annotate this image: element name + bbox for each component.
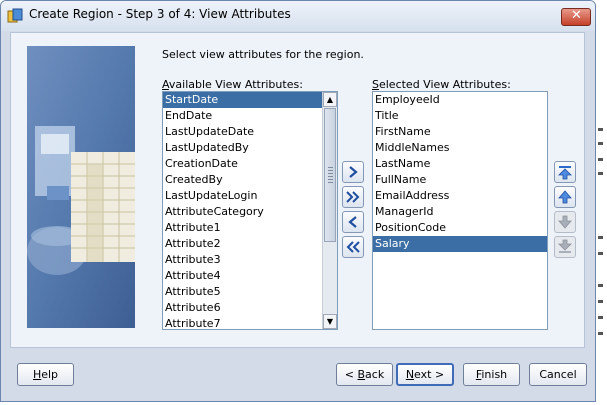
available-list-item[interactable]: LastUpdateLogin	[163, 188, 337, 204]
background-window-edge	[596, 0, 607, 405]
selected-list-item[interactable]: FirstName	[373, 124, 547, 140]
move-all-button[interactable]	[342, 186, 364, 208]
window-title: Create Region - Step 3 of 4: View Attrib…	[29, 7, 291, 21]
move-down-button[interactable]	[554, 211, 576, 233]
selected-attributes-list[interactable]: EmployeeId Title FirstName MiddleNames LastN…	[372, 91, 548, 330]
selected-list-item[interactable]: EmailAddress	[373, 188, 547, 204]
move-up-icon	[558, 190, 572, 204]
button-label: elp	[41, 368, 59, 381]
move-all-left-icon	[346, 241, 360, 253]
cancel-button[interactable]: Cancel	[529, 363, 587, 386]
instruction-text: Select view attributes for the region.	[162, 48, 364, 61]
selected-list-item[interactable]: MiddleNames	[373, 140, 547, 156]
button-label: <	[344, 368, 358, 381]
close-button[interactable]: ✕	[561, 8, 591, 26]
close-icon: ✕	[571, 8, 582, 23]
move-left-icon	[348, 216, 357, 228]
available-list-item[interactable]: AttributeCategory	[163, 204, 337, 220]
mnemonic: S	[372, 78, 379, 91]
move-top-icon	[558, 166, 572, 180]
available-list-item[interactable]: CreatedBy	[163, 172, 337, 188]
move-button[interactable]	[342, 161, 364, 183]
move-to-top-button[interactable]	[554, 161, 576, 183]
selected-list-item[interactable]: FullName	[373, 172, 547, 188]
selected-list-item[interactable]: ManagerId	[373, 204, 547, 220]
available-attributes-list[interactable]: StartDate EndDate LastUpdateDate LastUpdate…	[162, 91, 338, 330]
label-text: vailable View Attributes:	[168, 78, 303, 91]
available-list-item[interactable]: EndDate	[163, 108, 337, 124]
available-list-scrollbar[interactable]: ▲ ▼	[322, 92, 337, 329]
available-attributes-label: Available View Attributes:	[162, 78, 303, 91]
finish-button[interactable]: Finish	[463, 363, 520, 386]
selected-list-item[interactable]: Title	[373, 108, 547, 124]
mnemonic: N	[405, 368, 415, 381]
move-down-icon	[558, 215, 572, 229]
available-list-item[interactable]: Attribute1	[163, 220, 337, 236]
scroll-thumb[interactable]	[324, 108, 336, 242]
wizard-illustration	[27, 46, 135, 328]
selected-list-item[interactable]: Salary	[373, 236, 547, 252]
remove-all-button[interactable]	[342, 236, 364, 258]
mnemonic: H	[32, 368, 42, 381]
scroll-up-arrow[interactable]: ▲	[323, 92, 337, 107]
move-up-button[interactable]	[554, 186, 576, 208]
available-list-item[interactable]: LastUpdateDate	[163, 124, 337, 140]
title-bar[interactable]: Create Region - Step 3 of 4: View Attrib…	[1, 1, 595, 31]
move-bottom-icon	[558, 239, 572, 253]
button-label: ack	[365, 368, 385, 381]
available-list-item[interactable]: Attribute6	[163, 300, 337, 316]
selected-list-item[interactable]: EmployeeId	[373, 92, 547, 108]
available-list-item[interactable]: Attribute3	[163, 252, 337, 268]
app-icon	[7, 8, 23, 23]
scroll-down-arrow[interactable]: ▼	[323, 314, 337, 329]
available-list-item[interactable]: Attribute4	[163, 268, 337, 284]
move-right-icon	[349, 166, 358, 178]
available-list-item[interactable]: Attribute7	[163, 316, 337, 329]
button-label: inish	[481, 368, 508, 381]
move-to-bottom-button[interactable]	[554, 236, 576, 258]
button-label: ext >	[414, 368, 445, 381]
next-button[interactable]: Next >	[396, 363, 454, 386]
back-button[interactable]: < Back	[336, 363, 393, 386]
available-list-item[interactable]: Attribute2	[163, 236, 337, 252]
selected-list-item[interactable]: LastName	[373, 156, 547, 172]
selected-list-item[interactable]: PositionCode	[373, 220, 547, 236]
label-text: elected View Attributes:	[378, 78, 511, 91]
move-all-right-icon	[346, 191, 360, 203]
available-list-item[interactable]: CreationDate	[163, 156, 337, 172]
available-list-item[interactable]: Attribute5	[163, 284, 337, 300]
available-list-item[interactable]: LastUpdatedBy	[163, 140, 337, 156]
selected-attributes-label: Selected View Attributes:	[372, 78, 511, 91]
mnemonic: A	[162, 78, 169, 91]
help-button[interactable]: Help	[17, 363, 74, 386]
mnemonic: B	[357, 368, 366, 381]
available-list-item[interactable]: StartDate	[163, 92, 337, 108]
remove-button[interactable]	[342, 211, 364, 233]
